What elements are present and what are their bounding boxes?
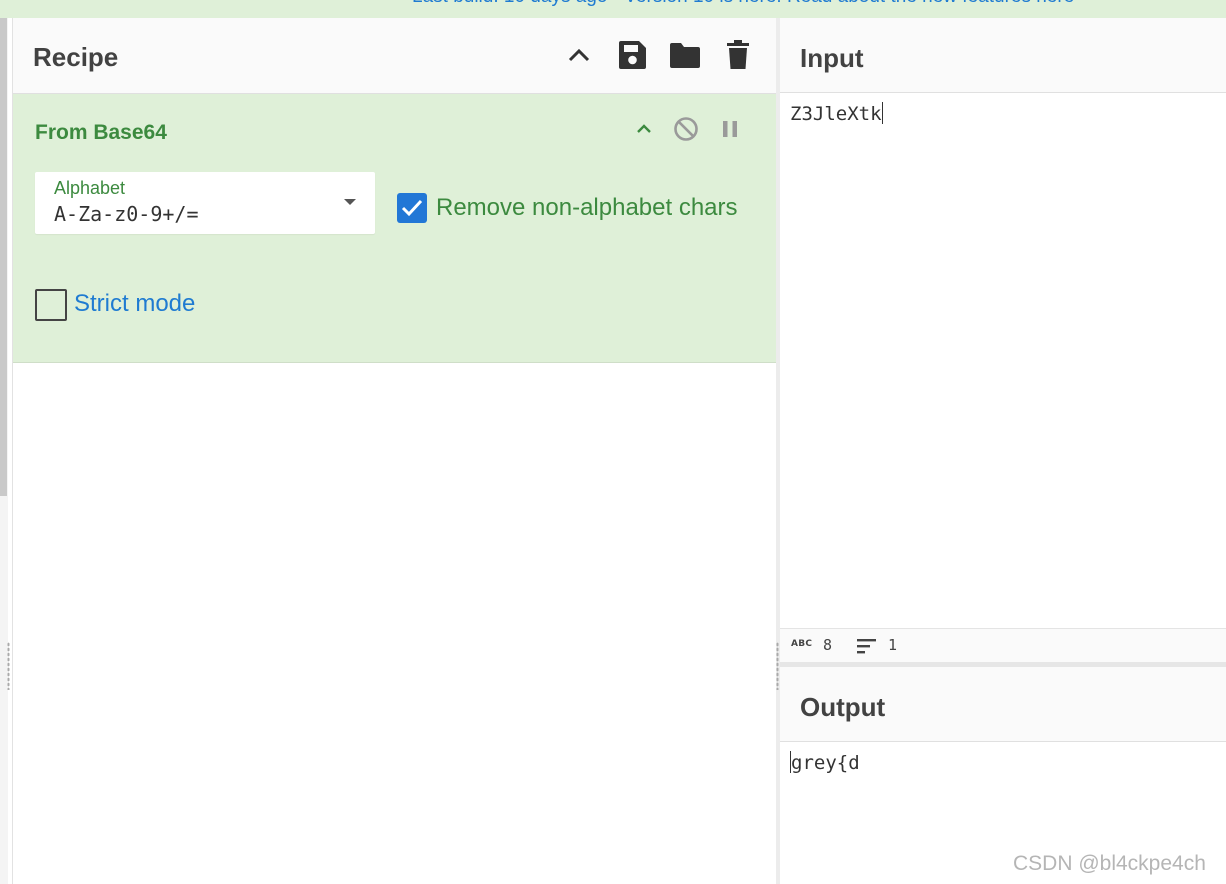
- input-text: Z3JleXtk: [790, 103, 882, 125]
- caret-down-icon: [344, 199, 356, 205]
- chevron-up-icon: [637, 124, 651, 133]
- save-icon: [619, 41, 646, 69]
- output-title: Output: [800, 692, 886, 722]
- load-recipe-button[interactable]: [668, 38, 702, 72]
- strict-mode-label[interactable]: Strict mode: [74, 290, 195, 318]
- resize-handle-middle[interactable]: [776, 642, 779, 690]
- output-textarea[interactable]: grey{d: [790, 751, 860, 774]
- input-status-bar: ABC 8 1: [780, 628, 1226, 663]
- collapse-all-button[interactable]: [562, 38, 596, 72]
- alphabet-value: A-Za-z0-9+/=: [54, 202, 199, 226]
- input-header: Input: [780, 18, 1226, 93]
- folder-icon: [670, 43, 700, 68]
- text-cursor: [881, 102, 883, 124]
- alphabet-label: Alphabet: [54, 178, 126, 198]
- output-header: Output: [780, 667, 1226, 742]
- input-textarea[interactable]: Z3JleXtk: [790, 102, 883, 125]
- recipe-header: Recipe: [13, 18, 777, 94]
- lines-icon: [857, 639, 876, 654]
- checkmark-icon: [401, 199, 423, 217]
- collapse-operation-button[interactable]: [629, 114, 659, 144]
- alphabet-select[interactable]: Alphabet A-Za-z0-9+/=: [35, 172, 375, 234]
- recipe-panel: Recipe From Base64 Alphabet A-Za-z0-9+/=…: [12, 18, 777, 884]
- input-title: Input: [800, 43, 864, 73]
- breakpoint-button[interactable]: [715, 114, 745, 144]
- resize-handle-left[interactable]: [7, 642, 10, 690]
- recipe-title: Recipe: [33, 42, 119, 72]
- top-banner: Last build: 10 days ago - Version 10 is …: [0, 0, 1226, 18]
- input-length: 8: [823, 636, 833, 654]
- abc-icon: ABC: [791, 639, 813, 649]
- remove-non-alphabet-label[interactable]: Remove non-alphabet chars: [436, 194, 738, 222]
- output-text: grey{d: [791, 752, 860, 774]
- chevron-up-icon: [568, 48, 590, 62]
- save-recipe-button[interactable]: [615, 38, 649, 72]
- input-line-count: 1: [888, 636, 898, 654]
- clear-recipe-button[interactable]: [721, 38, 755, 72]
- trash-icon: [727, 40, 749, 69]
- disable-operation-button[interactable]: [671, 114, 701, 144]
- operation-title: From Base64: [35, 121, 167, 144]
- pause-icon: [723, 121, 737, 137]
- input-panel: Input Z3JleXtk ABC 8 1: [780, 18, 1226, 663]
- left-scrollbar-thumb[interactable]: [0, 18, 7, 496]
- strict-mode-checkbox[interactable]: [35, 289, 67, 321]
- operation-from-base64[interactable]: From Base64 Alphabet A-Za-z0-9+/= Remove…: [13, 94, 777, 363]
- remove-non-alphabet-checkbox[interactable]: [397, 193, 427, 223]
- watermark: CSDN @bl4ckpe4ch: [1013, 852, 1206, 875]
- banner-text[interactable]: Last build: 10 days ago - Version 10 is …: [412, 0, 1074, 8]
- disable-icon: [674, 117, 698, 141]
